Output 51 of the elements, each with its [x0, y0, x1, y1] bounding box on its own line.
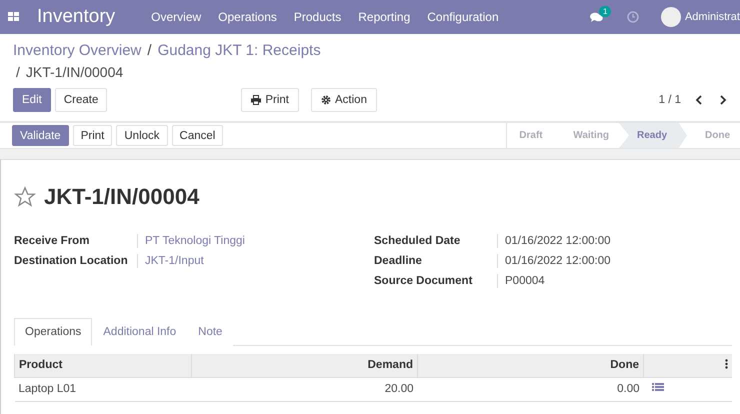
star-icon[interactable] — [14, 186, 36, 208]
header-button[interactable]: Cancel — [172, 125, 224, 146]
chevron-left-icon[interactable] — [695, 95, 703, 105]
column-header[interactable]: Done — [418, 354, 644, 377]
header-button[interactable]: Unlock — [116, 125, 168, 146]
control-button[interactable]: Edit — [13, 88, 51, 112]
list-icon[interactable] — [652, 383, 664, 392]
breadcrumb-link[interactable]: Gudang JKT 1: Receipts — [158, 42, 321, 59]
table-cell: 0.00 — [418, 377, 644, 401]
menu-item[interactable]: Reporting — [358, 10, 410, 24]
field-link[interactable]: PT Teknologi Tinggi — [137, 234, 374, 248]
field-value: 01/16/2022 12:00:00 — [497, 254, 740, 268]
menu-item[interactable]: Overview — [151, 10, 202, 24]
column-header[interactable]: Demand — [192, 354, 418, 377]
field-value: P00004 — [497, 274, 740, 288]
field-link[interactable]: JKT-1/Input — [137, 254, 374, 268]
menu-item[interactable]: Products — [294, 10, 342, 24]
breadcrumb-current: JKT-1/IN/00004 — [26, 64, 124, 80]
gear-icon — [321, 95, 332, 105]
field-label: Source Document — [374, 274, 474, 288]
breadcrumb-link[interactable]: Inventory Overview — [13, 42, 142, 59]
menu-item[interactable]: Operations — [218, 10, 277, 24]
column-options-icon[interactable] — [725, 358, 728, 369]
header-button[interactable]: Validate — [12, 125, 69, 146]
record-title: JKT-1/IN/00004 — [44, 184, 200, 210]
menu-item[interactable]: Configuration — [427, 10, 499, 24]
tab[interactable]: Operations — [14, 318, 92, 346]
print-button[interactable]: Print — [241, 88, 300, 112]
header-button[interactable]: Print — [72, 125, 112, 146]
chat-icon[interactable] — [590, 12, 603, 22]
table-cell: 20.00 — [192, 377, 418, 401]
user-avatar[interactable] — [660, 7, 681, 27]
message-count-badge: 1 — [599, 6, 612, 16]
app-name[interactable]: Inventory — [37, 6, 116, 28]
field-label: Receive From — [14, 234, 90, 248]
user-name[interactable]: Administrat — [684, 11, 740, 23]
field-label: Deadline — [374, 254, 423, 268]
field-value: 01/16/2022 12:00:00 — [497, 234, 740, 248]
apps-menu-icon[interactable] — [8, 12, 19, 22]
field-label: Destination Location — [14, 254, 129, 268]
status-stage[interactable]: Ready — [619, 123, 687, 148]
table-cell: Laptop L01 — [14, 377, 192, 401]
field-label: Scheduled Date — [374, 234, 462, 248]
breadcrumb-separator: / — [16, 64, 20, 80]
breadcrumb-separator: / — [147, 42, 152, 59]
printer-icon — [251, 95, 262, 105]
chevron-right-icon[interactable] — [719, 95, 727, 105]
column-header[interactable]: Product — [14, 354, 192, 377]
control-button[interactable]: Create — [54, 88, 108, 112]
pager-counter: 1 / 1 — [658, 94, 681, 106]
action-button[interactable]: Action — [311, 88, 377, 112]
